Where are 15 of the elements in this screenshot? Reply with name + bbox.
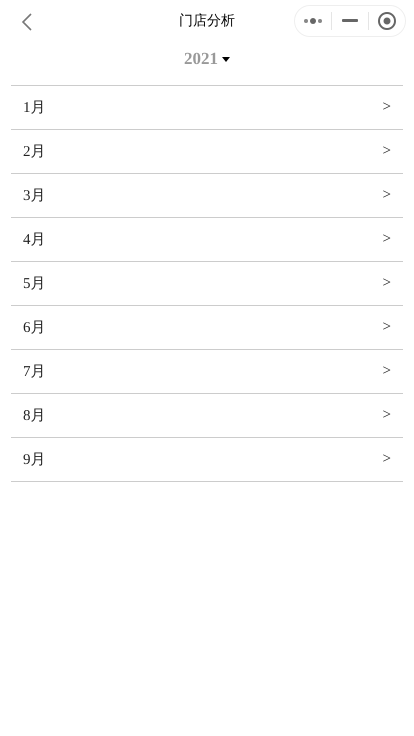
month-row[interactable]: 4月 > — [11, 218, 403, 262]
month-row[interactable]: 8月 > — [11, 394, 403, 438]
month-row[interactable]: 3月 > — [11, 174, 403, 218]
month-row[interactable]: 5月 > — [11, 262, 403, 306]
month-row[interactable]: 7月 > — [11, 350, 403, 394]
more-icon[interactable] — [303, 18, 323, 24]
minimize-icon[interactable] — [342, 19, 358, 23]
month-row[interactable]: 9月 > — [11, 438, 403, 482]
caret-icon — [222, 56, 230, 62]
month-row[interactable]: 2月 > — [11, 130, 403, 174]
page-title: 门店分析 — [179, 12, 235, 30]
month-row[interactable]: 1月 > — [11, 86, 403, 130]
month-row[interactable]: 6月 > — [11, 306, 403, 350]
close-icon[interactable] — [377, 11, 397, 31]
back-icon[interactable] — [20, 12, 34, 32]
